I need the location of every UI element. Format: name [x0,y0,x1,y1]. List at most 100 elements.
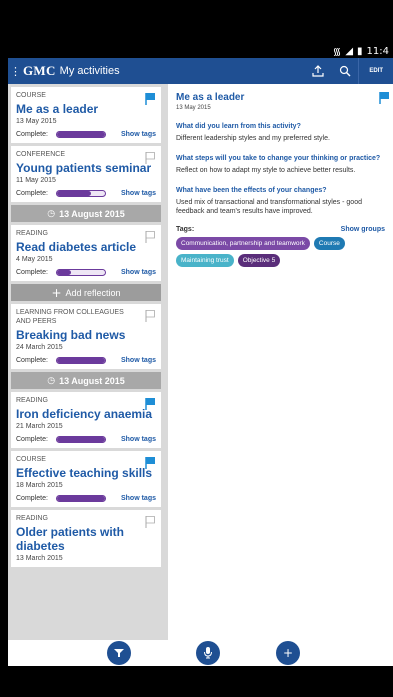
system-nav-bar [0,666,393,697]
activity-category: CONFERENCE [16,151,66,158]
show-tags-link[interactable]: Show tags [121,131,156,138]
activity-card[interactable]: COURSE Effective teaching skills 18 March … [11,451,161,507]
progress-bar [55,495,106,502]
activity-title: Older patients with diabetes [16,525,125,553]
tag-communication[interactable]: Communication, partnership and teamwork [176,237,310,250]
activity-card[interactable]: COURSE Me as a leader 13 May 2015 Complete:… [11,87,161,143]
show-tags-link[interactable]: Show tags [121,190,156,197]
complete-label: Complete: [16,269,48,276]
activity-category: LEARNING FROM COLLEAGUES AND PEERS [16,309,124,325]
activity-card[interactable]: CONFERENCE Young patients seminar 11 May 2… [11,146,161,202]
show-groups-link[interactable]: Show groups [341,226,385,233]
flag-icon[interactable] [145,457,155,469]
activity-date: 21 March 2015 [16,423,63,430]
activity-title: Young patients seminar [16,161,152,175]
completion-row: Complete: Show tags [16,131,156,138]
edit-button[interactable]: EDIT [358,58,393,84]
search-icon[interactable] [331,58,358,84]
activity-date: 18 March 2015 [16,482,63,489]
activity-category: READING [16,397,48,404]
show-tags-link[interactable]: Show tags [121,495,156,502]
tag-course[interactable]: Course [313,237,345,250]
main-content: COURSE Me as a leader 13 May 2015 Complete:… [8,84,393,640]
add-reflection-label: Add reflection [65,287,121,298]
complete-label: Complete: [16,190,48,197]
activity-date: 13 March 2015 [16,555,63,562]
status-time: 11:4 [366,45,389,57]
bottom-toolbar: + [8,640,393,666]
progress-fill [56,191,91,196]
progress-fill [56,437,105,442]
complete-label: Complete: [16,436,48,443]
progress-bar [55,436,106,443]
answer-1: Different leadership styles and my prefe… [176,135,330,142]
plus-icon[interactable]: + [276,641,300,665]
progress-fill [56,358,105,363]
clock-icon: ◷ [47,208,56,219]
activity-category: COURSE [16,92,46,99]
answer-3: Used mix of transactional and transforma… [176,199,362,215]
flag-icon[interactable] [145,516,155,528]
separator-date: 13 August 2015 [59,208,125,219]
activity-card[interactable]: READING Read diabetes article 4 May 2015 Co… [11,225,161,281]
activity-title: Effective teaching skills [16,466,153,480]
microphone-icon[interactable] [196,641,220,665]
progress-bar [55,190,106,197]
wifi-icon: ᯾ [332,47,342,58]
tag-objective-5[interactable]: Objective 5 [237,254,281,267]
activity-title: Me as a leader [16,102,99,116]
detail-date: 13 May 2015 [176,105,211,111]
completion-row: Complete: Show tags [16,436,156,443]
flag-icon[interactable] [145,398,155,410]
progress-fill [56,132,105,137]
activity-date: 13 May 2015 [16,118,57,125]
progress-bar [55,131,106,138]
activity-title: Iron deficiency anaemia [16,407,153,421]
tag-list: Communication, partnership and teamwork … [176,237,385,267]
brand-logo: GMC [23,63,56,78]
complete-label: Complete: [16,495,48,502]
activity-date: 24 March 2015 [16,344,63,351]
flag-icon[interactable] [145,310,155,322]
completion-row: Complete: Show tags [16,269,156,276]
complete-label: Complete: [16,131,48,138]
tags-header: Tags: Show groups [176,226,385,233]
battery-icon: ▮ [357,45,363,57]
date-separator: ◷ 13 August 2015 [11,205,161,222]
page-title: My activities [59,65,120,77]
plus-icon: + [51,285,62,300]
activity-card[interactable]: READING Iron deficiency anaemia 21 March 2… [11,392,161,448]
flag-icon[interactable] [145,231,155,243]
tags-label: Tags: [176,226,195,233]
activity-card[interactable]: LEARNING FROM COLLEAGUES AND PEERS Breaki… [11,304,161,369]
question-1: What did you learn from this activity? [176,123,301,130]
signal-icon: ◢ [345,45,354,57]
detail-title: Me as a leader [176,92,245,103]
activity-detail: Me as a leader 13 May 2015 What did you … [168,84,393,640]
tag-maintaining-trust[interactable]: Maintaining trust [176,254,234,267]
activity-card[interactable]: READING Older patients with diabetes 13 Ma… [11,510,161,567]
completion-row: Complete: Show tags [16,495,156,502]
progress-bar [55,357,106,364]
flag-icon[interactable] [379,92,389,104]
completion-row: Complete: Show tags [16,190,156,197]
show-tags-link[interactable]: Show tags [121,436,156,443]
share-icon[interactable] [304,58,331,84]
question-3: What have been the effects of your chang… [176,187,327,194]
activity-list[interactable]: COURSE Me as a leader 13 May 2015 Complete:… [8,84,168,640]
complete-label: Complete: [16,357,48,364]
menu-icon[interactable]: ⋮ [8,65,23,78]
add-reflection-button[interactable]: + Add reflection [11,284,161,301]
flag-icon[interactable] [145,152,155,164]
activity-category: COURSE [16,456,46,463]
activity-title: Breaking bad news [16,328,126,342]
show-tags-link[interactable]: Show tags [121,357,156,364]
flag-icon[interactable] [145,93,155,105]
progress-bar [55,269,106,276]
filter-icon[interactable] [107,641,131,665]
show-tags-link[interactable]: Show tags [121,269,156,276]
status-icons: ᯾ ◢ ▮ 11:4 [332,44,389,59]
completion-row: Complete: Show tags [16,357,156,364]
separator-date: 13 August 2015 [59,375,125,386]
activity-category: READING [16,230,48,237]
